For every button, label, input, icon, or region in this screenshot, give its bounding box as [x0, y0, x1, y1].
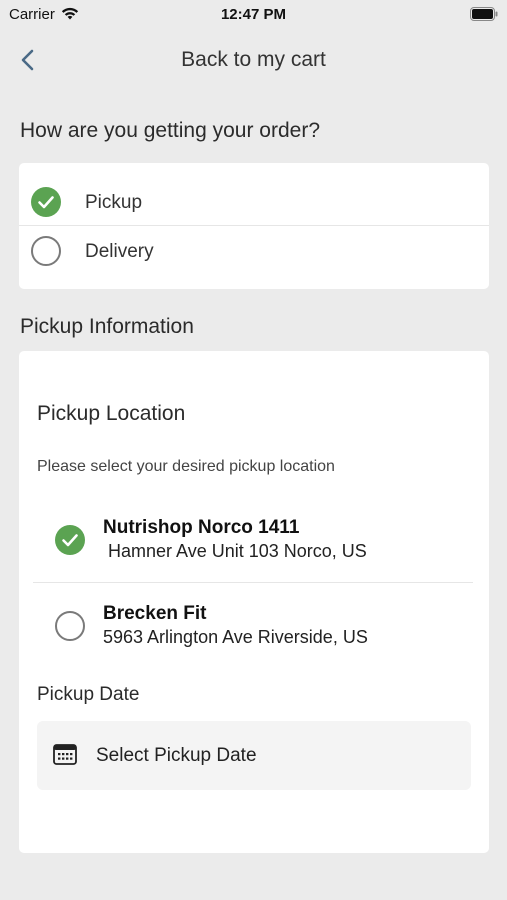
status-time: 12:47 PM: [220, 6, 287, 23]
pickup-info-title: Pickup Information: [20, 315, 194, 338]
option-pickup-label: Pickup: [85, 192, 143, 213]
location-name: Nutrishop Norco 1411: [103, 517, 300, 538]
pickup-date-placeholder: Select Pickup Date: [96, 745, 257, 766]
option-delivery-label: Delivery: [85, 241, 154, 262]
option-delivery[interactable]: Delivery: [19, 226, 489, 275]
pickup-info-card: Pickup Location Please select your desir…: [19, 351, 489, 853]
pickup-location-title: Pickup Location: [37, 402, 186, 425]
divider: [33, 582, 473, 583]
location-option[interactable]: Brecken Fit 5963 Arlington Ave Riverside…: [33, 597, 473, 665]
nav-header: Back to my cart: [0, 40, 507, 82]
order-method-title: How are you getting your order?: [20, 119, 320, 142]
location-name: Brecken Fit: [103, 603, 207, 624]
pickup-location-prompt: Please select your desired pickup locati…: [37, 458, 335, 475]
check-icon: [31, 187, 61, 217]
check-icon: [55, 525, 85, 555]
nav-title[interactable]: Back to my cart: [0, 48, 507, 72]
option-pickup[interactable]: Pickup: [19, 177, 489, 226]
pickup-date-title: Pickup Date: [37, 684, 140, 705]
order-method-card: Pickup Delivery: [19, 163, 489, 289]
calendar-icon: [53, 744, 77, 765]
status-bar: Carrier 12:47 PM: [0, 0, 507, 28]
location-address: Hamner Ave Unit 103 Norco, US: [103, 541, 367, 561]
location-address: 5963 Arlington Ave Riverside, US: [103, 627, 368, 647]
radio-unselected-icon: [31, 236, 61, 266]
location-option[interactable]: Nutrishop Norco 1411 Hamner Ave Unit 103…: [33, 511, 473, 579]
radio-unselected-icon: [55, 611, 85, 641]
pickup-date-field[interactable]: Select Pickup Date: [37, 721, 471, 790]
battery-icon: [470, 7, 498, 21]
